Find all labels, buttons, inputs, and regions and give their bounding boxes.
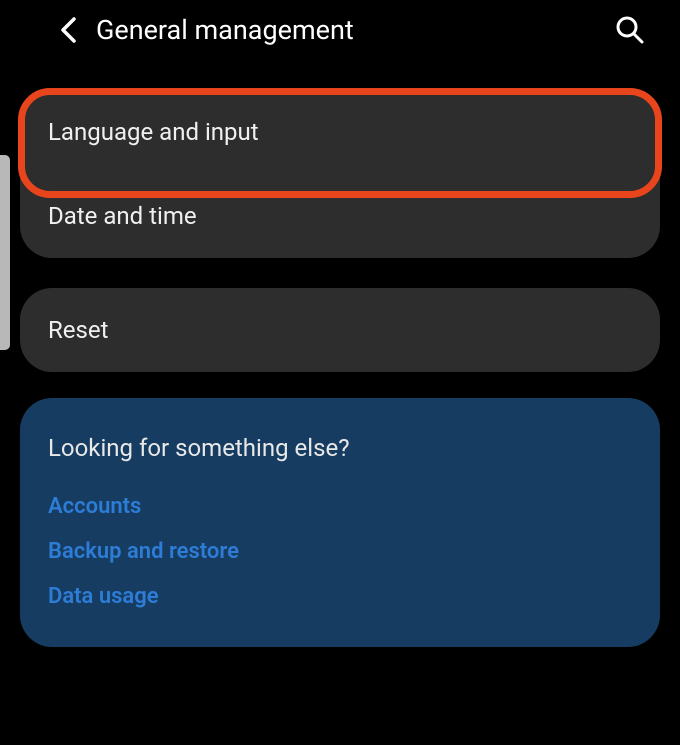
settings-group-2: Reset bbox=[20, 288, 660, 372]
settings-item-reset[interactable]: Reset bbox=[20, 288, 660, 372]
page-title: General management bbox=[96, 14, 610, 46]
suggestions-title: Looking for something else? bbox=[48, 434, 632, 462]
suggestions-card: Looking for something else? Accounts Bac… bbox=[20, 398, 660, 647]
suggestion-link-label: Data usage bbox=[48, 584, 159, 609]
suggestion-link-backup-restore[interactable]: Backup and restore bbox=[48, 539, 632, 564]
settings-item-date-time[interactable]: Date and time bbox=[20, 174, 660, 258]
settings-item-label: Language and input bbox=[48, 118, 259, 146]
scroll-indicator[interactable] bbox=[0, 155, 10, 350]
suggestion-link-accounts[interactable]: Accounts bbox=[48, 494, 632, 519]
back-icon[interactable] bbox=[48, 10, 88, 50]
suggestion-link-label: Accounts bbox=[48, 494, 141, 519]
suggestion-link-data-usage[interactable]: Data usage bbox=[48, 584, 632, 609]
header: General management bbox=[0, 0, 680, 60]
settings-item-language-input[interactable]: Language and input bbox=[20, 90, 660, 174]
settings-item-label: Reset bbox=[48, 316, 108, 344]
suggestion-link-label: Backup and restore bbox=[48, 539, 239, 564]
settings-group-1: Language and input Date and time bbox=[20, 90, 660, 258]
settings-item-label: Date and time bbox=[48, 202, 197, 230]
search-icon[interactable] bbox=[610, 10, 650, 50]
settings-content: Language and input Date and time Reset L… bbox=[0, 60, 680, 647]
